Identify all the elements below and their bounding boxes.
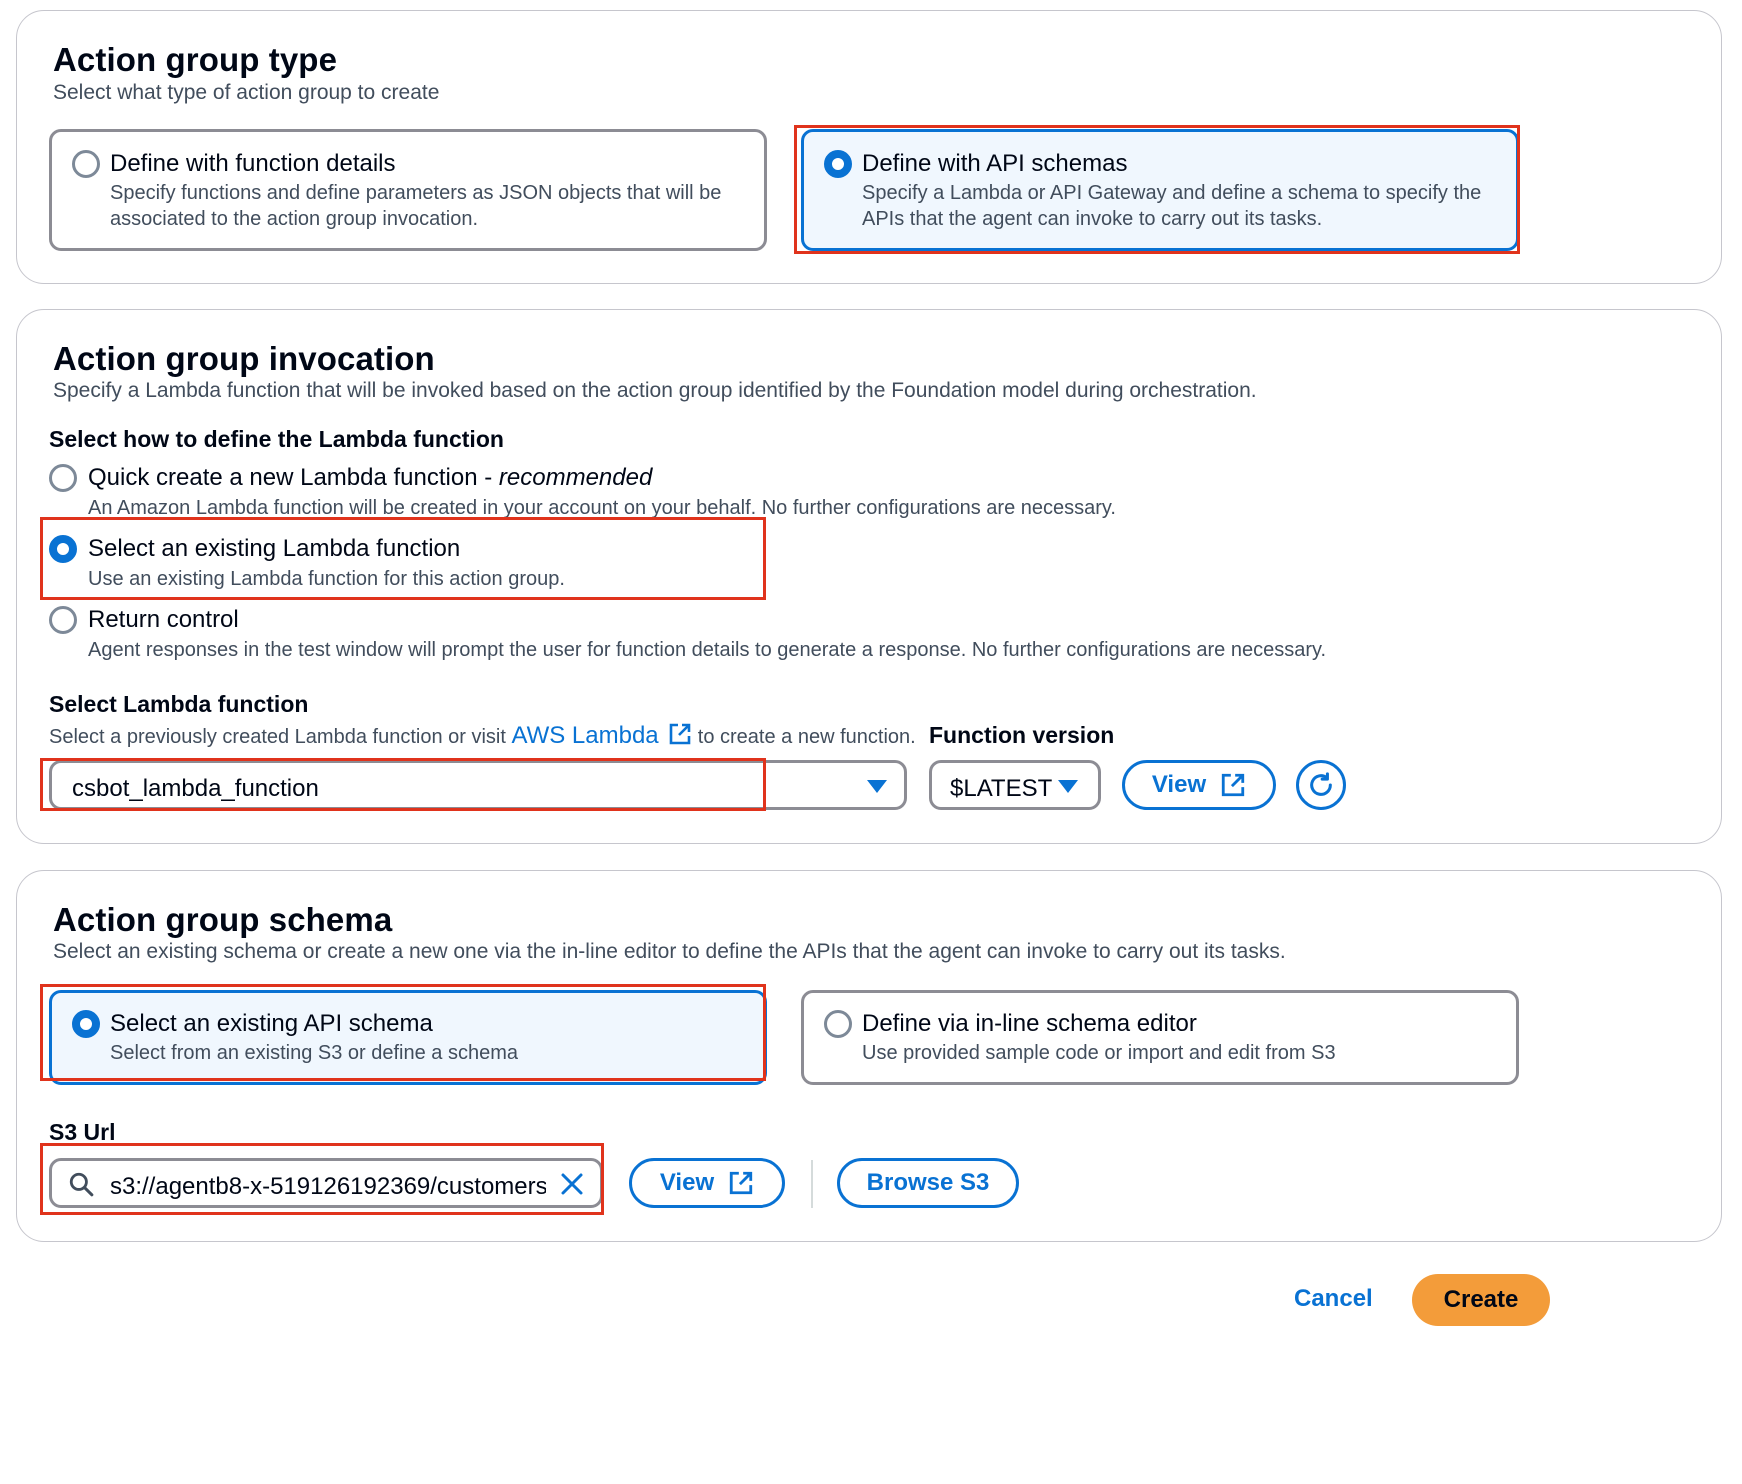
option-title: Define with function details [110,150,396,177]
s3-url-value: s3://agentb8-x-519126192369/customers [110,1173,546,1200]
option-title: Define with API schemas [862,150,1128,177]
lambda-hint: Select a previously created Lambda funct… [49,722,916,752]
option-desc-line1: Specify a Lambda or API Gateway and defi… [862,182,1482,204]
section-title: Action group type [53,41,338,78]
option-desc: Use provided sample code or import and e… [862,1042,1336,1064]
option-title: Select an existing API schema [110,1010,433,1037]
external-link-icon [1221,773,1245,797]
search-icon [69,1172,94,1197]
option-desc-line1: Specify functions and define parameters … [110,182,722,204]
option-title-emphasis: recommended [498,464,653,491]
option-desc-line2: APIs that the agent can invoke to carry … [862,208,1323,230]
option-desc: Use an existing Lambda function for this… [88,568,565,590]
section-description: Select what type of action group to crea… [53,81,440,104]
option-desc-line2: associated to the action group invocatio… [110,208,479,230]
radio-api-schemas[interactable] [824,150,852,178]
browse-s3-label: Browse S3 [866,1169,990,1196]
option-existing-api-schema[interactable]: Select an existing API schema Select fro… [49,990,767,1085]
function-version-select[interactable]: $LATEST [929,760,1101,810]
caret-down-icon [1058,780,1078,793]
option-title: Define via in-line schema editor [862,1010,1197,1037]
radio-quick-create[interactable] [49,464,77,492]
action-group-type-panel: Action group type Select what type of ac… [16,10,1722,284]
section-title: Action group invocation [53,340,435,377]
view-label: View [1151,771,1207,798]
aws-lambda-link[interactable]: AWS Lambda [511,722,658,749]
option-desc: An Amazon Lambda function will be create… [88,497,1116,519]
refresh-icon [1310,772,1332,796]
radio-inline-schema-editor[interactable] [824,1010,852,1038]
option-title-text: Quick create a new Lambda function - [88,464,499,491]
create-button[interactable]: Create [1412,1274,1550,1326]
option-desc: Agent responses in the test window will … [88,639,1327,661]
view-lambda-button[interactable]: View [1122,760,1276,810]
external-link-icon [729,1171,753,1195]
cancel-button[interactable]: Cancel [1294,1285,1373,1313]
view-schema-button[interactable]: View [629,1158,785,1208]
radio-function-details[interactable] [72,150,100,178]
radio-existing-lambda[interactable] [49,535,77,563]
option-existing-lambda[interactable]: Select an existing Lambda function Use a… [49,533,749,593]
function-version-value: $LATEST [950,775,1053,802]
option-api-schemas[interactable]: Define with API schemas Specify a Lambda… [801,129,1519,251]
divider [811,1160,813,1208]
select-lambda-label: Select Lambda function [49,691,309,717]
radio-existing-api-schema[interactable] [72,1010,100,1038]
option-inline-schema-editor[interactable]: Define via in-line schema editor Use pro… [801,990,1519,1085]
option-return-control[interactable]: Return control Agent responses in the te… [49,604,1449,664]
option-title: Return control [88,606,239,633]
option-title: Select an existing Lambda function [88,535,461,562]
option-title: Quick create a new Lambda function - rec… [88,464,652,492]
radio-return-control[interactable] [49,606,77,634]
action-group-invocation-panel: Action group invocation Specify a Lambda… [16,309,1722,844]
browse-s3-button[interactable]: Browse S3 [837,1158,1019,1208]
option-quick-create[interactable]: Quick create a new Lambda function - rec… [49,462,1349,522]
lambda-hint-text: Select a previously created Lambda funct… [49,726,512,748]
s3-url-input[interactable]: s3://agentb8-x-519126192369/customers [49,1158,603,1208]
s3-url-label: S3 Url [49,1119,116,1145]
refresh-button[interactable] [1296,760,1346,810]
action-group-schema-panel: Action group schema Select an existing s… [16,870,1722,1242]
define-lambda-label: Select how to define the Lambda function [49,426,504,452]
section-title: Action group schema [53,901,393,938]
view-label: View [659,1169,715,1196]
section-description: Specify a Lambda function that will be i… [53,379,1257,402]
function-version-label: Function version [929,722,1115,748]
option-function-details[interactable]: Define with function details Specify fun… [49,129,767,251]
lambda-function-value: csbot_lambda_function [72,775,319,802]
caret-down-icon [867,780,887,793]
external-link-icon[interactable] [668,722,692,752]
lambda-hint-text-after: to create a new function. [692,726,916,748]
option-desc: Select from an existing S3 or define a s… [110,1042,518,1064]
clear-icon[interactable] [560,1172,584,1196]
lambda-function-select[interactable]: csbot_lambda_function [49,760,907,810]
section-description: Select an existing schema or create a ne… [53,940,1286,963]
